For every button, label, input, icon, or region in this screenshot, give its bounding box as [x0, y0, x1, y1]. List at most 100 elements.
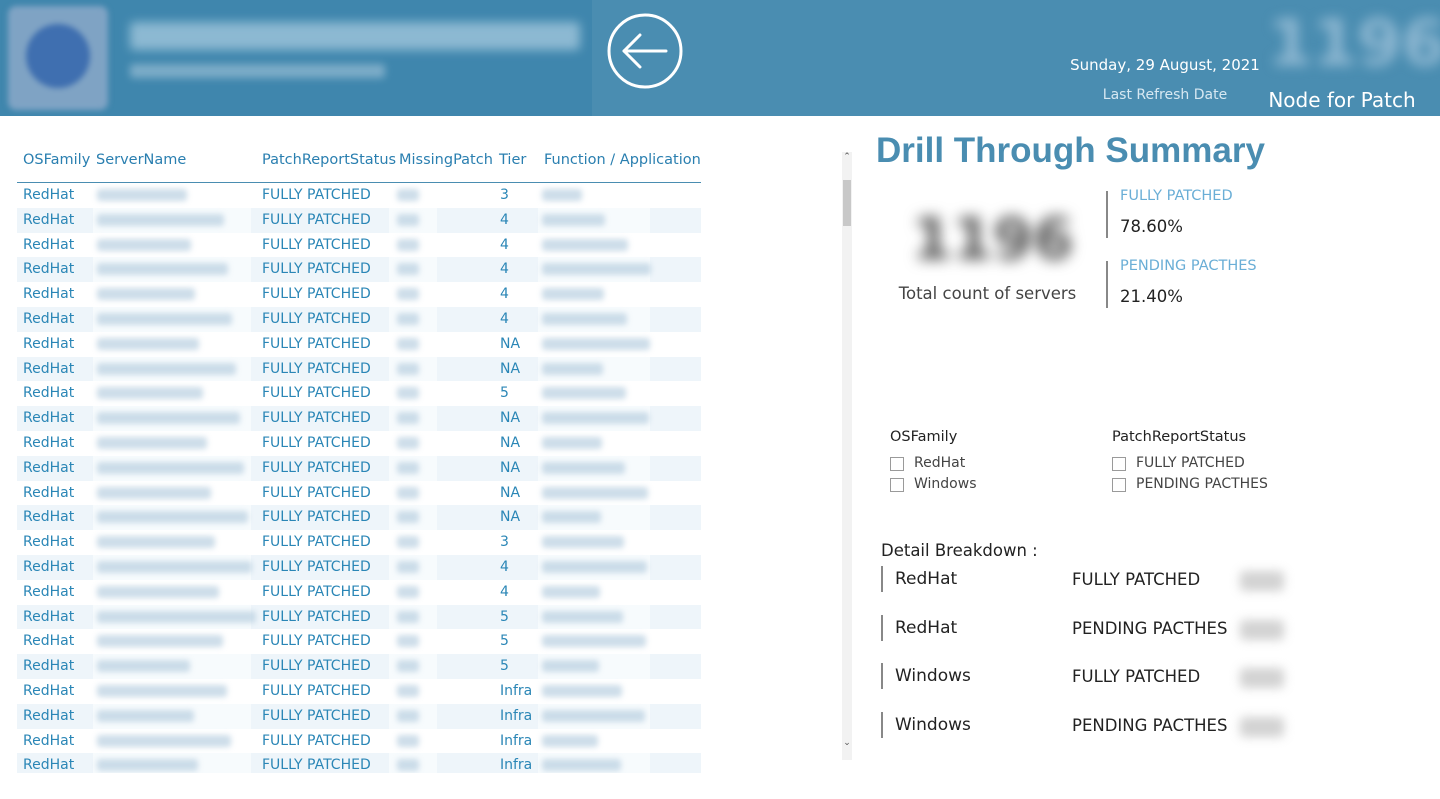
server-patch-table[interactable]: OSFamily ServerName PatchReportStatus Mi…	[17, 143, 701, 773]
servername-redacted	[97, 288, 195, 301]
cell-tier: 5	[500, 608, 509, 625]
table-row[interactable]: RedHat FULLY PATCHED NA	[17, 331, 701, 357]
table-row[interactable]: RedHat FULLY PATCHED 4	[17, 232, 701, 258]
cell-patchreportstatus: FULLY PATCHED	[262, 310, 371, 327]
cell-osfamily: RedHat	[23, 360, 75, 377]
cell-osfamily: RedHat	[23, 459, 75, 476]
table-row[interactable]: RedHat FULLY PATCHED 4	[17, 207, 701, 233]
missingpatch-redacted	[397, 387, 419, 400]
missingpatch-redacted	[397, 362, 419, 375]
cell-tier: 4	[500, 236, 509, 253]
detail-divider	[881, 615, 883, 641]
table-row[interactable]: RedHat FULLY PATCHED 4	[17, 282, 701, 307]
table-row[interactable]: RedHat FULLY PATCHED Infra	[17, 678, 701, 704]
servername-redacted	[97, 759, 198, 772]
table-row[interactable]: RedHat FULLY PATCHED 3	[17, 530, 701, 555]
cell-patchreportstatus: FULLY PATCHED	[262, 757, 371, 773]
table-row[interactable]: RedHat FULLY PATCHED 5	[17, 381, 701, 407]
detail-divider	[881, 663, 883, 689]
column-header-osfamily[interactable]: OSFamily	[23, 152, 90, 168]
cell-patchreportstatus: FULLY PATCHED	[262, 583, 371, 600]
osfamily-slicer-title: OSFamily	[890, 429, 958, 445]
missingpatch-redacted	[397, 734, 419, 747]
slicer-option-pending-patches[interactable]: PENDING PACTHES	[1136, 476, 1268, 492]
column-header-servername[interactable]: ServerName	[96, 152, 186, 168]
column-header-tier[interactable]: Tier	[499, 152, 526, 168]
missingpatch-redacted	[397, 511, 419, 524]
slicer-option-redhat[interactable]: RedHat	[914, 455, 965, 471]
last-refresh-date: Sunday, 29 August, 2021	[1070, 56, 1260, 74]
detail-os: Windows	[895, 666, 971, 686]
table-row[interactable]: RedHat FULLY PATCHED Infra	[17, 703, 701, 729]
table-row[interactable]: RedHat FULLY PATCHED 4	[17, 554, 701, 580]
missingpatch-redacted	[397, 436, 419, 449]
function-redacted	[542, 486, 648, 499]
kpi-divider	[1106, 191, 1108, 238]
checkbox-redhat[interactable]	[890, 457, 904, 471]
page-title: Drill Through Summary	[876, 131, 1265, 170]
checkbox-pending-patches[interactable]	[1112, 478, 1126, 492]
servername-redacted	[97, 461, 244, 474]
cell-osfamily: RedHat	[23, 187, 75, 203]
table-row[interactable]: RedHat FULLY PATCHED 5	[17, 629, 701, 655]
table-body: RedHat FULLY PATCHED 3 RedHat FULLY PATCHED 4…	[17, 183, 701, 773]
organization-logo	[8, 6, 108, 110]
table-row[interactable]: RedHat FULLY PATCHED NA	[17, 455, 701, 481]
checkbox-fully-patched[interactable]	[1112, 457, 1126, 471]
function-redacted	[542, 585, 600, 598]
slicer-option-fully-patched[interactable]: FULLY PATCHED	[1136, 455, 1245, 471]
cell-tier: Infra	[500, 682, 533, 699]
table-row[interactable]: RedHat FULLY PATCHED NA	[17, 505, 701, 531]
column-header-function[interactable]: Function / Application	[544, 152, 701, 168]
cell-patchreportstatus: FULLY PATCHED	[262, 211, 371, 228]
function-redacted	[542, 263, 651, 276]
servername-redacted	[97, 511, 248, 524]
servername-redacted	[97, 238, 191, 251]
last-refresh-label: Last Refresh Date	[1102, 87, 1228, 103]
total-count-redacted: 1196	[912, 205, 1074, 273]
scroll-down-icon[interactable]: ⌄	[842, 738, 852, 748]
cell-osfamily: RedHat	[23, 558, 75, 575]
table-row[interactable]: RedHat FULLY PATCHED 4	[17, 579, 701, 605]
missingpatch-redacted	[397, 288, 419, 301]
missingpatch-redacted	[397, 709, 419, 722]
checkbox-windows[interactable]	[890, 478, 904, 492]
function-redacted	[542, 560, 647, 573]
function-redacted	[542, 759, 621, 772]
table-row[interactable]: RedHat FULLY PATCHED 5	[17, 604, 701, 630]
table-row[interactable]: RedHat FULLY PATCHED Infra	[17, 753, 701, 773]
detail-count-redacted	[1240, 571, 1284, 591]
table-row[interactable]: RedHat FULLY PATCHED 4	[17, 257, 701, 283]
table-row[interactable]: RedHat FULLY PATCHED 5	[17, 654, 701, 679]
cell-tier: 4	[500, 583, 509, 600]
servername-redacted	[97, 585, 219, 598]
table-scrollbar[interactable]: ⌃ ⌄	[842, 152, 852, 760]
table-row[interactable]: RedHat FULLY PATCHED NA	[17, 430, 701, 456]
cell-patchreportstatus: FULLY PATCHED	[262, 484, 371, 501]
table-row[interactable]: RedHat FULLY PATCHED 4	[17, 306, 701, 332]
detail-status: FULLY PATCHED	[1072, 570, 1201, 589]
function-redacted	[542, 660, 599, 673]
table-row[interactable]: RedHat FULLY PATCHED NA	[17, 406, 701, 431]
cell-tier: NA	[500, 410, 521, 427]
table-row[interactable]: RedHat FULLY PATCHED 3	[17, 183, 701, 208]
scrollbar-thumb[interactable]	[843, 180, 851, 226]
column-header-missingpatch[interactable]: MissingPatch	[399, 152, 493, 168]
cell-tier: NA	[500, 434, 521, 451]
cell-osfamily: RedHat	[23, 608, 75, 625]
cell-patchreportstatus: FULLY PATCHED	[262, 558, 371, 575]
missingpatch-redacted	[397, 660, 419, 673]
slicer-option-windows[interactable]: Windows	[914, 476, 977, 492]
table-row[interactable]: RedHat FULLY PATCHED Infra	[17, 728, 701, 754]
column-header-patchreportstatus[interactable]: PatchReportStatus	[262, 152, 396, 168]
table-row[interactable]: RedHat FULLY PATCHED NA	[17, 356, 701, 382]
servername-redacted	[97, 709, 194, 722]
function-redacted	[542, 387, 626, 400]
cell-patchreportstatus: FULLY PATCHED	[262, 608, 371, 625]
scroll-up-icon[interactable]: ⌃	[842, 152, 852, 162]
detail-count-redacted	[1240, 717, 1284, 737]
servername-redacted	[97, 387, 203, 400]
table-row[interactable]: RedHat FULLY PATCHED NA	[17, 480, 701, 506]
cell-patchreportstatus: FULLY PATCHED	[262, 434, 371, 451]
back-button[interactable]	[606, 12, 684, 90]
